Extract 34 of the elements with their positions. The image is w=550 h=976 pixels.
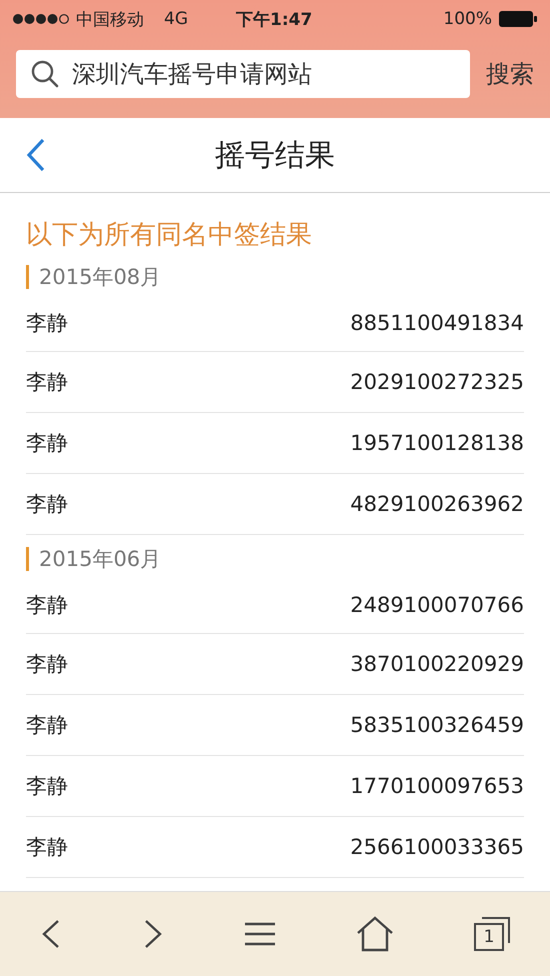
winner-name: 李静 (26, 592, 68, 619)
month-header: 2015年08月 (26, 265, 524, 289)
winner-name: 李静 (26, 834, 68, 861)
application-code: 1770100097653 (350, 774, 524, 798)
carrier-name: 中国移动 (76, 8, 144, 30)
search-field[interactable]: 深圳汽车摇号申请网站 (16, 50, 470, 98)
status-time: 下午1:47 (236, 8, 312, 30)
application-code: 5835100326459 (350, 713, 524, 737)
network-type: 4G (164, 9, 188, 29)
signal-icon (12, 13, 70, 25)
back-icon (26, 138, 46, 172)
winner-name: 李静 (26, 712, 68, 739)
application-code: 1957100128138 (350, 431, 524, 455)
application-code: 4829100263962 (350, 492, 524, 516)
winner-name: 李静 (26, 430, 68, 457)
application-code: 2029100272325 (350, 370, 524, 394)
application-code: 2489100070766 (350, 593, 524, 617)
winner-name: 李静 (26, 651, 68, 678)
menu-button[interactable] (244, 921, 276, 947)
home-button[interactable] (356, 916, 394, 952)
winner-name: 李静 (26, 491, 68, 518)
month-header: 2015年06月 (26, 547, 524, 571)
winner-name: 李静 (26, 773, 68, 800)
application-code: 3870100220929 (350, 652, 524, 676)
winner-name: 李静 (26, 369, 68, 396)
winner-name: 李静 (26, 310, 68, 337)
back-button[interactable] (26, 138, 46, 172)
battery-icon (498, 10, 538, 28)
application-code: 2566100033365 (350, 835, 524, 859)
results-heading: 以下为所有同名中签结果 (26, 219, 313, 252)
page-title: 摇号结果 (215, 136, 335, 174)
battery-percent: 100% (443, 9, 492, 29)
application-code: 8851100491834 (350, 311, 524, 335)
search-button[interactable]: 搜索 (486, 58, 534, 90)
